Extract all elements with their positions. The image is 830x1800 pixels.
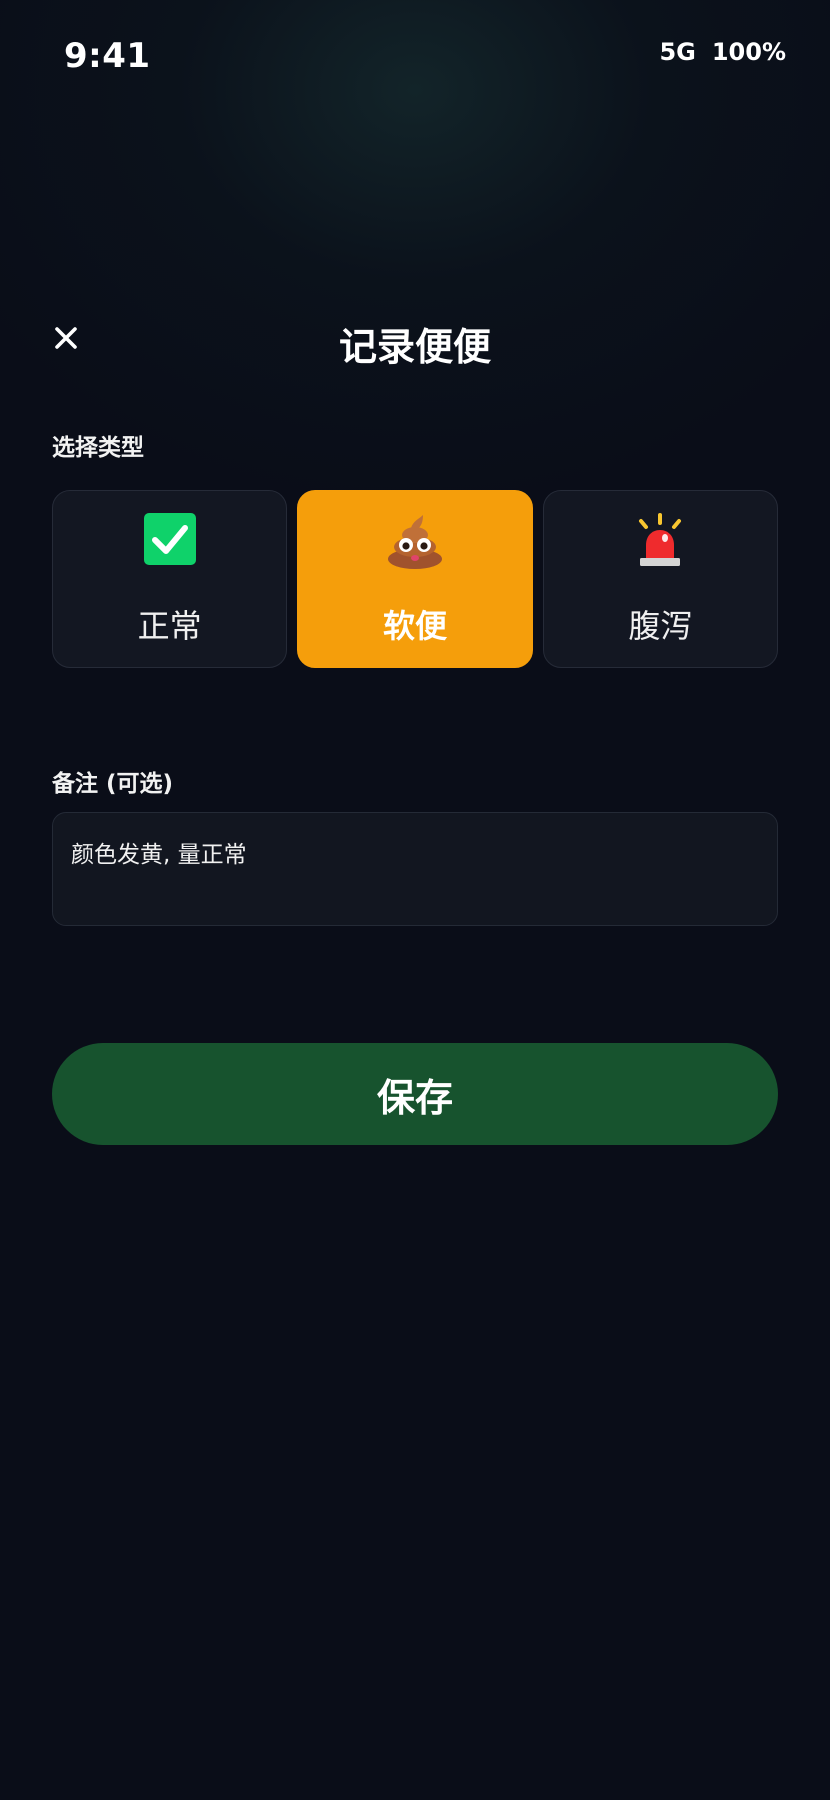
note-input[interactable]: 颜色发黄, 量正常 (52, 812, 778, 926)
poop-icon (387, 515, 442, 569)
status-indicators: 5G 100% (659, 38, 786, 66)
check-icon (143, 513, 196, 565)
note-section-label: 备注 (可选) (52, 771, 174, 797)
type-section-label: 选择类型 (52, 435, 144, 461)
battery-indicator: 100% (711, 38, 786, 66)
type-option-diarrhea[interactable]: 腹泻 (542, 490, 778, 668)
type-option-label: 软便 (382, 607, 447, 645)
type-option-label: 正常 (137, 607, 202, 645)
type-option-label: 腹泻 (628, 607, 693, 645)
type-options: 正常 软便 腹泻 (52, 490, 778, 668)
status-bar: 9:41 5G 100% (0, 0, 830, 110)
network-indicator: 5G (659, 38, 696, 66)
save-button[interactable]: 保存 (52, 1043, 778, 1145)
siren-icon (639, 513, 682, 566)
status-time: 9:41 (64, 36, 151, 76)
type-option-normal[interactable]: 正常 (52, 490, 288, 668)
type-option-soft[interactable]: 软便 (297, 490, 533, 668)
page-title: 记录便便 (338, 325, 491, 369)
